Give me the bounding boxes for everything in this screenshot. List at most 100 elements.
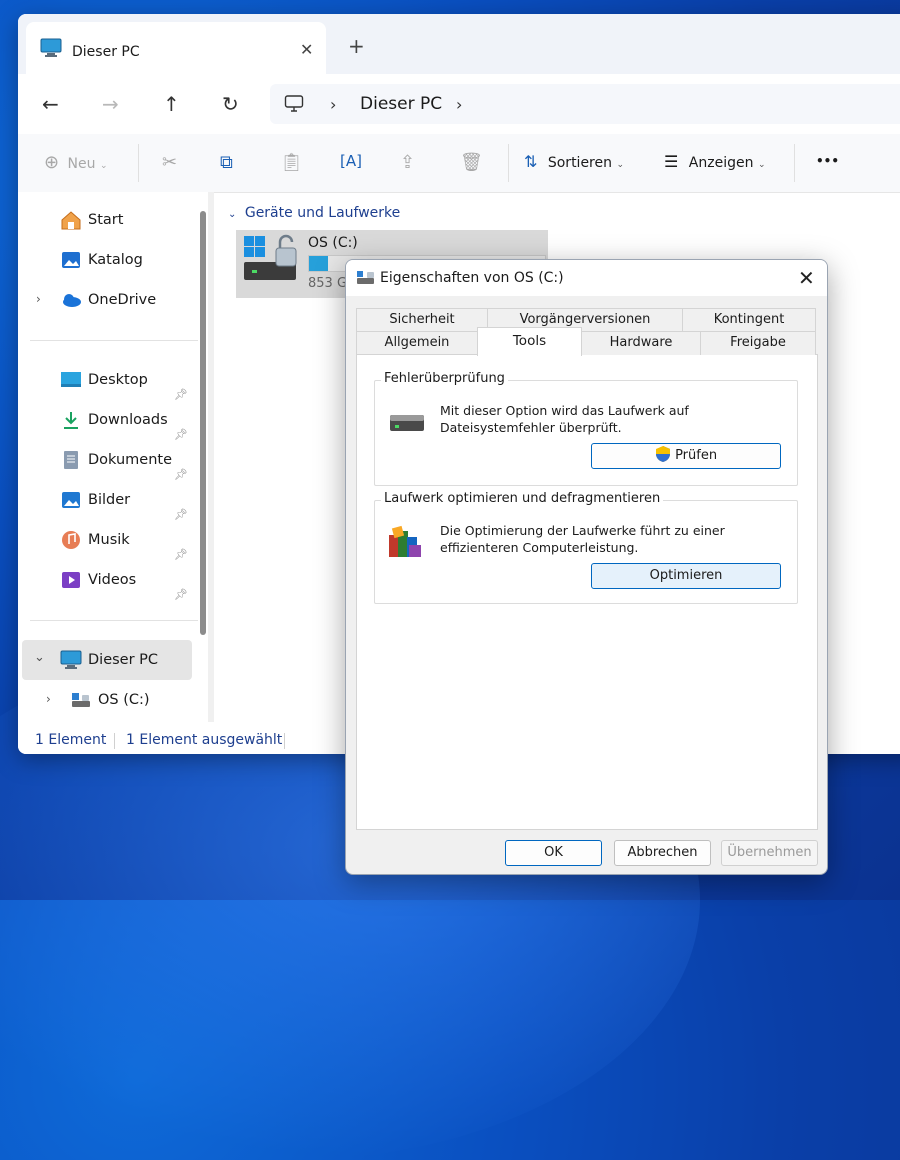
sidebar-item-label: Bilder (88, 492, 131, 508)
new-button[interactable]: ⊕ Neu ⌄ (44, 152, 108, 173)
pin-icon[interactable]: 📌︎ (174, 588, 188, 601)
sidebar-item-label: Katalog (88, 252, 143, 268)
breadcrumb-chevron-icon[interactable]: › (330, 95, 336, 114)
pin-icon[interactable]: 📌︎ (174, 508, 188, 521)
tab-sicherheit[interactable]: Sicherheit (356, 308, 488, 331)
group-header-label: Geräte und Laufwerke (244, 205, 401, 221)
sidebar-scrollbar[interactable] (208, 192, 214, 722)
drive-name: OS (C:) (308, 235, 358, 251)
copy-icon[interactable]: ⧉ (220, 152, 233, 173)
shield-icon (655, 446, 670, 462)
group-header[interactable]: ⌄ Geräte und Laufwerke (228, 205, 400, 221)
navigation-pane: Start Katalog › OneDrive Desktop 📌︎ Down… (18, 192, 208, 722)
delete-icon[interactable]: 🗑︎ (460, 152, 483, 173)
sidebar-item-label: Desktop (88, 372, 148, 388)
sort-icon: ⇅ (524, 152, 538, 171)
forward-arrow-icon[interactable]: → (102, 92, 119, 116)
rename-icon[interactable]: [A] (340, 152, 362, 170)
close-icon[interactable]: ✕ (798, 266, 815, 290)
chevron-down-icon: ⌄ (228, 209, 237, 220)
check-button-label: Prüfen (675, 448, 718, 463)
desktop-icon (60, 370, 82, 390)
monitor-icon (60, 650, 82, 670)
sidebar-item-katalog[interactable]: Katalog (60, 246, 143, 274)
sidebar-item-label: OS (C:) (98, 692, 150, 708)
share-icon[interactable]: ⇪ (400, 152, 415, 173)
command-bar: ⊕ Neu ⌄ ✂ ⧉ 📋︎ [A] ⇪ 🗑︎ ⇅ Sortieren ⌄ ☰ … (18, 134, 900, 193)
hard-drive-icon (390, 415, 424, 431)
sidebar-item-label: OneDrive (88, 292, 157, 308)
tab-allgemein[interactable]: Allgemein (356, 331, 478, 355)
error-check-title: Fehlerüberprüfung (381, 371, 508, 386)
breadcrumb-chevron-icon[interactable]: › (456, 95, 462, 114)
chevron-right-icon[interactable]: › (46, 692, 51, 706)
breadcrumb-this-pc[interactable]: Dieser PC (360, 94, 442, 114)
sidebar-item-start[interactable]: Start (60, 206, 123, 234)
drive-usage-fill (309, 256, 328, 271)
sidebar-item-label: Musik (88, 532, 130, 548)
sidebar-item-label: Downloads (88, 412, 168, 428)
sidebar-item-musik[interactable]: Musik (60, 526, 130, 554)
sidebar-item-onedrive[interactable]: OneDrive (60, 286, 156, 314)
sidebar-item-bilder[interactable]: Bilder (60, 486, 130, 514)
sidebar-item-label: Start (88, 212, 124, 228)
monitor-icon (40, 38, 62, 57)
sort-button[interactable]: ⇅ Sortieren ⌄ (524, 152, 624, 171)
paste-icon[interactable]: 📋︎ (280, 152, 303, 173)
optimize-line2: effizienteren Computerleistung. (440, 540, 639, 555)
view-label: Anzeigen (688, 155, 754, 171)
drive-icon (70, 690, 92, 710)
tab-this-pc[interactable]: Dieser PC ✕ (26, 22, 326, 74)
error-check-line1: Mit dieser Option wird das Laufwerk auf (440, 403, 689, 418)
tab-tools[interactable]: Tools (477, 327, 582, 356)
chevron-down-icon[interactable]: ⌄ (34, 650, 45, 665)
chevron-down-icon: ⌄ (757, 160, 766, 170)
tab-kontingent[interactable]: Kontingent (682, 308, 816, 331)
sidebar-item-dokumente[interactable]: Dokumente (60, 446, 172, 474)
pin-icon[interactable]: 📌︎ (174, 548, 188, 561)
tab-freigabe[interactable]: Freigabe (700, 331, 816, 355)
address-bar[interactable]: › Dieser PC › (270, 84, 900, 124)
drive-size-text: 853 G (308, 276, 348, 291)
pin-icon[interactable]: 📌︎ (174, 428, 188, 441)
videos-icon (60, 570, 82, 590)
optimize-line1: Die Optimierung der Laufwerke führt zu e… (440, 523, 725, 538)
back-arrow-icon[interactable]: ← (42, 92, 59, 116)
document-icon (60, 450, 82, 470)
cut-icon[interactable]: ✂ (162, 152, 177, 173)
cancel-button[interactable]: Abbrechen (614, 840, 711, 866)
refresh-icon[interactable]: ↻ (222, 92, 239, 116)
optimize-button-label: Optimieren (649, 568, 723, 583)
sidebar-item-videos[interactable]: Videos (60, 566, 136, 594)
status-item-count: 1 Element (35, 732, 107, 748)
pin-icon[interactable]: 📌︎ (174, 468, 188, 481)
windows-drive-icon (244, 234, 297, 280)
new-tab-button[interactable]: + (348, 34, 365, 58)
sidebar-item-this-pc[interactable]: Dieser PC (60, 646, 158, 674)
sidebar-item-desktop[interactable]: Desktop (60, 366, 148, 394)
sidebar-item-drive-c[interactable]: OS (C:) (70, 686, 150, 714)
view-button[interactable]: ☰ Anzeigen ⌄ (664, 152, 765, 171)
chevron-down-icon: ⌄ (616, 160, 624, 170)
more-options-button[interactable]: ••• (816, 154, 839, 168)
tab-hardware[interactable]: Hardware (581, 331, 701, 355)
optimize-group: Laufwerk optimieren und defragmentieren … (374, 491, 798, 604)
tab-close-icon[interactable]: ✕ (300, 40, 313, 59)
navigation-bar: ← → ↑ ↻ › Dieser PC › (18, 74, 900, 134)
apply-button[interactable]: Übernehmen (721, 840, 818, 866)
error-check-line2: Dateisystemfehler überprüft. (440, 420, 622, 435)
optimize-button[interactable]: Optimieren (591, 563, 781, 589)
ok-button[interactable]: OK (505, 840, 602, 866)
check-button[interactable]: Prüfen (591, 443, 781, 469)
dialog-title: Eigenschaften von OS (C:) (380, 270, 564, 286)
up-arrow-icon[interactable]: ↑ (163, 92, 180, 116)
sidebar-item-label: Videos (88, 572, 137, 588)
sidebar-scrollbar-thumb[interactable] (200, 211, 206, 635)
chevron-right-icon[interactable]: › (36, 292, 41, 306)
pin-icon[interactable]: 📌︎ (174, 388, 188, 401)
sidebar-item-label: Dieser PC (88, 652, 159, 668)
sidebar-item-downloads[interactable]: Downloads (60, 406, 168, 434)
error-check-group: Fehlerüberprüfung Mit dieser Option wird… (374, 371, 798, 486)
sort-label: Sortieren (547, 155, 612, 171)
chevron-down-icon: ⌄ (99, 161, 108, 171)
